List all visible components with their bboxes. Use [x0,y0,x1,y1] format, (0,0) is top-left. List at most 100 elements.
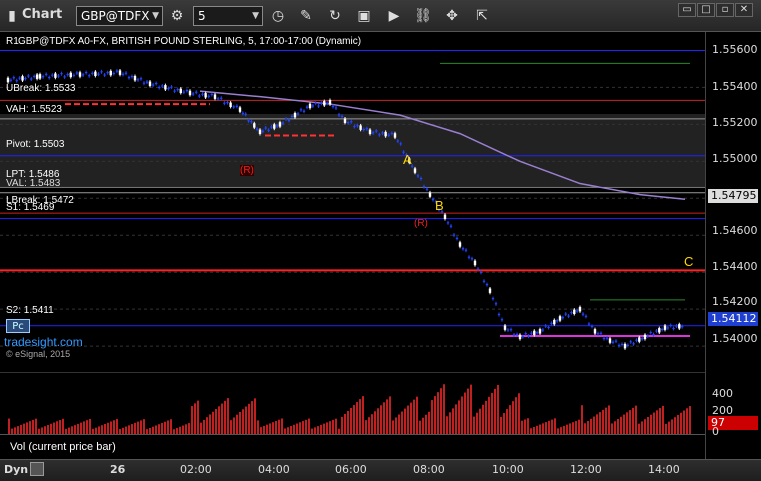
volume-bar [455,404,457,435]
candle-body [51,74,54,76]
volume-bar [218,406,220,435]
settings-icon[interactable]: ✥ [442,6,462,26]
candle-body [91,72,94,74]
export-icon[interactable]: ⇱ [472,6,492,26]
volume-bar [524,419,526,435]
candle-body [60,73,63,75]
volume-bar [332,419,334,435]
gear-icon[interactable]: ⚙ [167,6,187,26]
candle-body [553,319,556,325]
volume-bar [608,405,610,435]
candle-body [527,335,530,337]
volume-bar [368,417,370,435]
volume-bar [452,408,454,435]
volume-bar [341,416,343,435]
volume-bar [389,396,391,435]
toolbar: ▮ Chart GBP@TDFX ▼ ⚙ 5 ▼ ◷ ✎ ↻ ▣ ▶ ⛓ ✥ ⇱… [0,0,761,32]
volume-bar [203,419,205,435]
link-icon[interactable]: ⛓ [413,6,433,26]
volume-bar [590,418,592,435]
candle-body [32,75,36,78]
candle-body [573,309,576,315]
volume-bar [449,412,451,435]
volume-bar [83,421,85,435]
volume-bar [35,418,37,435]
level-label-s1: S1: 1.5469 [6,202,55,213]
volume-bar [110,421,112,435]
candle-body [467,256,471,258]
minimize-button[interactable]: ▫ [716,3,734,17]
refresh-icon[interactable]: ↻ [325,6,345,26]
gear-box-icon[interactable]: ▣ [354,6,374,26]
candle-body [325,102,329,104]
time-axis[interactable]: Dyn 26 02:00 04:00 06:00 08:00 10:00 12:… [0,459,761,481]
volume-bar [248,403,250,435]
volume-bar [116,419,118,435]
volume-bar [470,384,472,435]
candle-body [267,129,270,131]
candle-body [541,329,545,331]
candle-body [530,332,533,334]
price-tick: 1.54200 [712,295,758,308]
pc-button[interactable]: Pc [6,319,30,333]
candle-body [78,72,82,77]
candle-body [229,102,232,107]
candle-body [216,98,220,100]
level-label-ubreak: UBreak: 1.5533 [6,83,76,94]
volume-bar [473,416,475,435]
clock-icon[interactable]: ◷ [268,6,288,26]
volume-bar [59,420,61,435]
candle-body [558,316,562,321]
maximize-button[interactable]: □ [697,3,715,17]
pen-icon[interactable]: ✎ [296,6,316,26]
restore-button[interactable]: ▭ [678,3,696,17]
chart-app-icon: ▮ [8,8,16,24]
candle-body [608,338,612,343]
candle-body [368,129,372,134]
candle-body [375,130,378,132]
candle-body [35,74,39,79]
chevron-down-icon[interactable]: ▼ [252,7,259,25]
volume-bar [458,400,460,435]
candle-body [561,317,565,319]
volume-bar [428,411,430,435]
volume-bar [224,400,226,435]
candle-body [133,75,137,81]
candle-body [136,79,140,81]
candle-body [640,338,644,340]
candle-body [500,319,504,321]
candle-body [261,130,265,132]
candle-body [652,334,655,336]
price-chart[interactable]: R1 GBP@TDFX A0-FX, BRITISH POUND STERLIN… [0,32,705,372]
candle-body [494,303,498,305]
play-icon[interactable]: ▶ [384,6,404,26]
volume-bar [506,409,508,435]
volume-bar [548,420,550,435]
interval-input[interactable]: 5 ▼ [193,6,263,26]
volume-bar [221,403,223,435]
volume-bar [431,400,433,435]
chevron-down-icon[interactable]: ▼ [152,7,159,25]
volume-bar [425,414,427,435]
symbol-input[interactable]: GBP@TDFX ▼ [76,6,163,26]
close-button[interactable]: ✕ [735,3,753,17]
volume-bar [236,414,238,435]
price-axis[interactable]: 1.55600 1.55400 1.55200 1.55000 1.54795 … [705,32,761,459]
candle-body [464,249,468,251]
volume-bar [377,408,379,435]
volume-bar [137,421,139,435]
candle-body [497,313,501,316]
volume-bar [515,397,517,435]
candle-body [75,72,79,74]
volume-bar [464,392,466,435]
candle-body [204,93,207,98]
candle-body [518,334,522,340]
candle-body [555,320,559,322]
zoom-icon[interactable] [30,462,44,476]
volume-pane[interactable] [0,372,705,435]
volume-bar [626,412,628,435]
volume-bar [227,398,229,435]
candle-body [602,338,606,340]
candle-body [680,326,684,328]
candle-body [139,78,143,80]
